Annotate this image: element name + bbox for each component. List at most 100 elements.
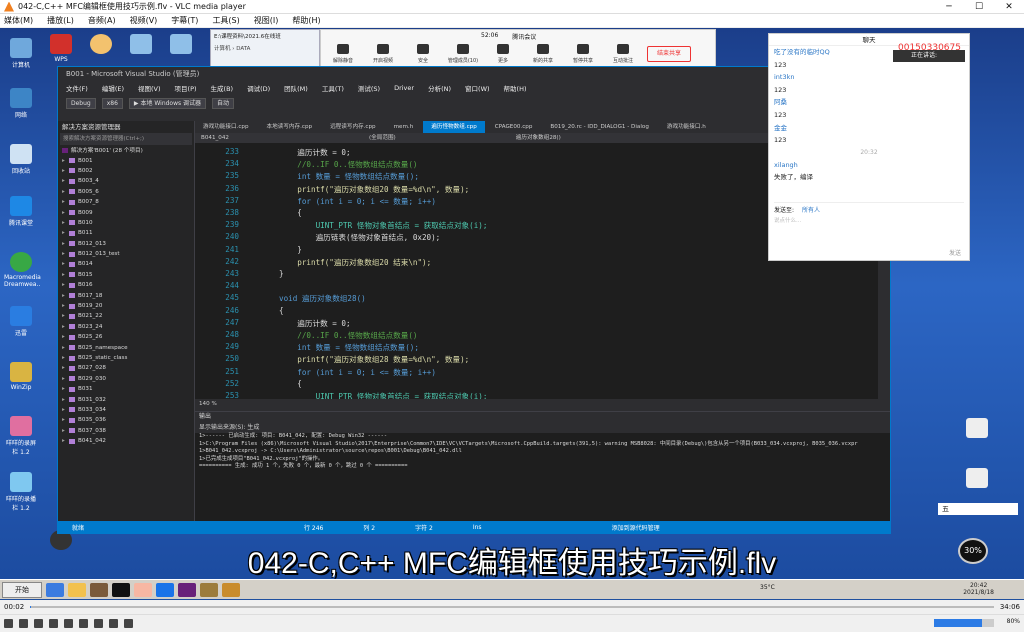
expand-arrow-icon[interactable]: ▸ xyxy=(62,313,66,319)
nav-project[interactable]: B041_042 xyxy=(201,133,229,143)
project-item[interactable]: ▸ B014 xyxy=(62,259,194,269)
desktop-icon-recorder[interactable]: 咩咩的录屏栏 1.2 xyxy=(4,416,38,456)
desktop-icon-net2[interactable] xyxy=(124,34,158,56)
pause-share-button[interactable]: 暂停共享 xyxy=(565,44,601,64)
expand-arrow-icon[interactable]: ▸ xyxy=(62,438,66,444)
desktop-icon-recycle[interactable]: 回收站 xyxy=(4,144,38,175)
tab-remote-memory[interactable]: 远程读写内存.cpp xyxy=(322,121,384,133)
project-item[interactable]: ▸ B031_032 xyxy=(62,394,194,404)
tab-cpage00[interactable]: CPAGE00.cpp xyxy=(487,121,541,133)
explorer-breadcrumb[interactable]: 计算机 › DATA xyxy=(211,42,319,54)
expand-arrow-icon[interactable]: ▸ xyxy=(62,168,66,174)
project-item[interactable]: ▸ B019_20 xyxy=(62,301,194,311)
project-item[interactable]: ▸ B027_028 xyxy=(62,363,194,373)
nav-scope[interactable]: (全局范围) xyxy=(369,133,396,143)
project-item[interactable]: ▸ B012_013 xyxy=(62,239,194,249)
expand-arrow-icon[interactable]: ▸ xyxy=(62,324,66,330)
previous-button[interactable] xyxy=(19,619,28,628)
menu-subtitle[interactable]: 字幕(T) xyxy=(171,15,198,26)
project-item[interactable]: ▸ B025_static_class xyxy=(62,353,194,363)
taskbar-wow-icon[interactable] xyxy=(222,582,240,597)
expand-arrow-icon[interactable]: ▸ xyxy=(62,376,66,382)
taskbar-meeting-icon[interactable] xyxy=(156,582,174,597)
stop-button[interactable] xyxy=(34,619,43,628)
chat-input[interactable]: 说点什么... xyxy=(774,216,801,224)
end-share-button[interactable]: 结束共享 xyxy=(647,46,691,62)
taskbar-cat-icon[interactable] xyxy=(134,582,152,597)
zoom-level[interactable]: 140 % xyxy=(195,399,295,409)
expand-arrow-icon[interactable]: ▸ xyxy=(62,407,66,413)
vs-menu-test[interactable]: 测试(S) xyxy=(358,83,380,93)
members-button[interactable]: 管理成员(10) xyxy=(445,44,481,64)
close-button[interactable]: ✕ xyxy=(994,0,1024,14)
expand-arrow-icon[interactable]: ▸ xyxy=(62,261,66,267)
nav-function[interactable]: 遍历对象数组28() xyxy=(516,133,561,143)
project-item[interactable]: ▸ B009 xyxy=(62,207,194,217)
project-item[interactable]: ▸ B012_013_test xyxy=(62,249,194,259)
output-source-select[interactable]: 显示输出来源(S): 生成 xyxy=(195,422,890,433)
tab-game-api-h[interactable]: 游戏功能接口.h xyxy=(659,121,714,133)
next-button[interactable] xyxy=(49,619,58,628)
expand-arrow-icon[interactable]: ▸ xyxy=(62,282,66,288)
vs-menu-edit[interactable]: 编辑(E) xyxy=(102,83,124,93)
expand-arrow-icon[interactable]: ▸ xyxy=(62,272,66,278)
taskbar-paw-icon[interactable] xyxy=(112,582,130,597)
project-item[interactable]: ▸ B010 xyxy=(62,218,194,228)
expand-arrow-icon[interactable]: ▸ xyxy=(62,345,66,351)
expand-arrow-icon[interactable]: ▸ xyxy=(62,189,66,195)
vs-menu-project[interactable]: 项目(P) xyxy=(175,83,197,93)
send-button[interactable]: 发送 xyxy=(949,248,961,257)
tab-rc-dialog[interactable]: B019_20.rc - IDD_DIALOG1 - Dialog xyxy=(542,121,656,133)
desktop-icon-tencent-class[interactable]: 腾讯课堂 xyxy=(4,196,38,227)
expand-arrow-icon[interactable]: ▸ xyxy=(62,241,66,247)
desktop-icon-recorder2[interactable]: 咩咩的录播栏 1.2 xyxy=(4,472,38,512)
new-share-button[interactable]: 新的共享 xyxy=(525,44,561,64)
video-button[interactable]: 开启视频 xyxy=(365,44,401,64)
project-item[interactable]: ▸ B033_034 xyxy=(62,405,194,415)
project-item[interactable]: ▸ B037_038 xyxy=(62,426,194,436)
add-source-control[interactable]: 添加到源代码管理 xyxy=(612,523,660,532)
desktop-icon-network[interactable]: 网络 xyxy=(4,88,38,119)
taskbar-folder-icon[interactable] xyxy=(68,582,86,597)
project-item[interactable]: ▸ B005_6 xyxy=(62,187,194,197)
menu-media[interactable]: 媒体(M) xyxy=(4,15,33,26)
desktop-icon-computer[interactable]: 计算机 xyxy=(4,38,38,69)
desktop-icon-right[interactable] xyxy=(960,418,994,440)
ime-bar[interactable]: 五 xyxy=(938,503,1018,515)
project-item[interactable]: ▸ B021_22 xyxy=(62,311,194,321)
run-debugger-button[interactable]: ▶ 本地 Windows 调试器 xyxy=(128,97,207,109)
expand-arrow-icon[interactable]: ▸ xyxy=(62,178,66,184)
menu-help[interactable]: 帮助(H) xyxy=(292,15,320,26)
shuffle-button[interactable] xyxy=(124,619,133,628)
playlist-button[interactable] xyxy=(94,619,103,628)
fullscreen-button[interactable] xyxy=(64,619,73,628)
play-pause-button[interactable] xyxy=(4,619,13,628)
project-item[interactable]: ▸ B041_042 xyxy=(62,436,194,446)
expand-arrow-icon[interactable]: ▸ xyxy=(62,230,66,236)
menu-playback[interactable]: 播放(L) xyxy=(47,15,74,26)
menu-view[interactable]: 视图(I) xyxy=(254,15,279,26)
project-item[interactable]: ▸ B016 xyxy=(62,280,194,290)
desktop-icon-right2[interactable] xyxy=(960,468,994,490)
auto-select[interactable]: 自动 xyxy=(212,97,235,109)
expand-arrow-icon[interactable]: ▸ xyxy=(62,417,66,423)
vs-menu-window[interactable]: 窗口(W) xyxy=(465,83,490,93)
vs-menu-tools[interactable]: 工具(T) xyxy=(322,83,344,93)
platform-select[interactable]: x86 xyxy=(101,97,123,109)
vs-menu-team[interactable]: 团队(M) xyxy=(284,83,308,93)
vs-menu-help[interactable]: 帮助(H) xyxy=(504,83,527,93)
config-select[interactable]: Debug xyxy=(66,97,96,109)
desktop-icon-dreamweaver[interactable]: Macromedia Dreamwea.. xyxy=(4,252,41,288)
menu-video[interactable]: 视频(V) xyxy=(130,15,158,26)
expand-arrow-icon[interactable]: ▸ xyxy=(62,397,66,403)
expand-arrow-icon[interactable]: ▸ xyxy=(62,334,66,340)
expand-arrow-icon[interactable]: ▸ xyxy=(62,428,66,434)
expand-arrow-icon[interactable]: ▸ xyxy=(62,386,66,392)
taskbar-app2-icon[interactable] xyxy=(200,582,218,597)
tab-game-api[interactable]: 游戏功能接口.cpp xyxy=(195,121,257,133)
expand-arrow-icon[interactable]: ▸ xyxy=(62,303,66,309)
taskbar-game-icon[interactable] xyxy=(90,582,108,597)
solution-search-input[interactable]: 搜索解决方案资源管理器(Ctrl+;) xyxy=(60,133,192,145)
project-item[interactable]: ▸ B035_036 xyxy=(62,415,194,425)
project-item[interactable]: ▸ B001 xyxy=(62,155,194,165)
